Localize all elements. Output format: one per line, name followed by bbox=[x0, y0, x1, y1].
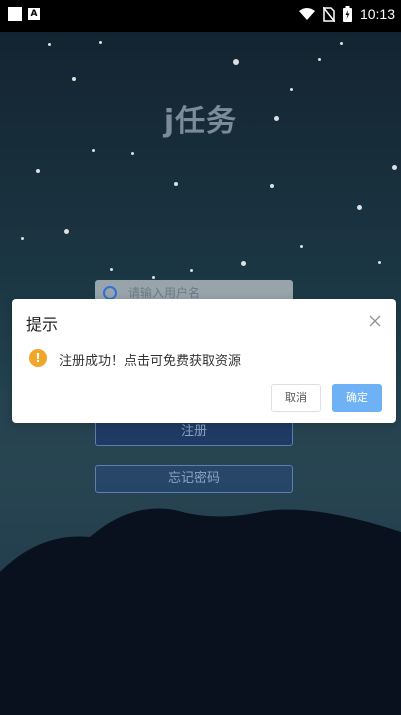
square-icon bbox=[8, 7, 22, 21]
battery-icon bbox=[342, 6, 352, 22]
close-icon[interactable] bbox=[368, 314, 382, 328]
forgot-password-button[interactable]: 忘记密码 bbox=[95, 465, 293, 493]
confirm-button[interactable]: 确定 bbox=[332, 384, 382, 412]
warning-icon: ! bbox=[29, 349, 47, 367]
clock: 10:13 bbox=[359, 6, 395, 22]
user-icon bbox=[103, 286, 117, 300]
a-badge-icon: A bbox=[28, 8, 40, 20]
status-bar: A 10:13 bbox=[0, 0, 401, 32]
wifi-icon bbox=[298, 7, 315, 20]
dialog-message: 注册成功！点击可免费获取资源 bbox=[59, 354, 242, 369]
no-sim-icon bbox=[322, 6, 335, 22]
alert-dialog: 提示 ! 注册成功！点击可免费获取资源 取消 确定 bbox=[12, 299, 396, 423]
dialog-title: 提示 bbox=[26, 315, 59, 334]
cancel-button[interactable]: 取消 bbox=[271, 384, 321, 412]
app-title: j任务 bbox=[163, 104, 238, 139]
